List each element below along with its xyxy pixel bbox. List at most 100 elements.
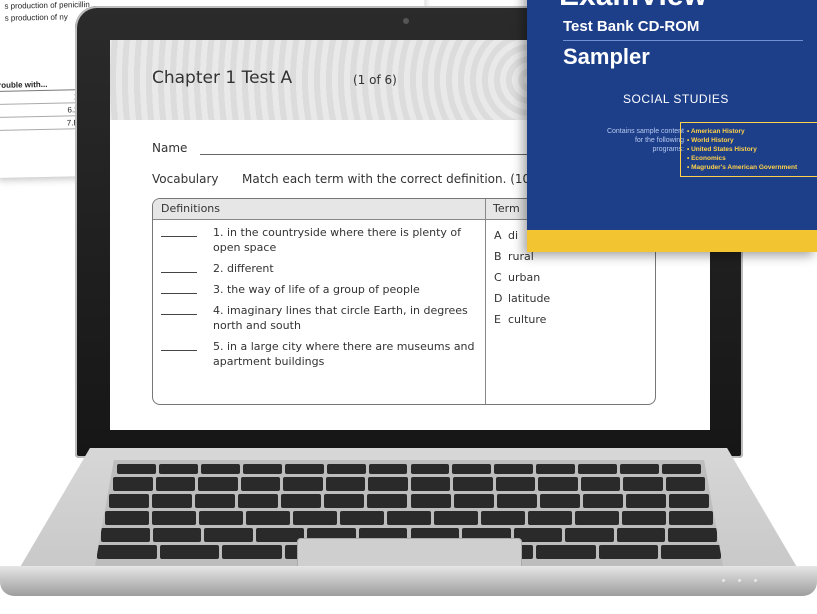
keyboard-key[interactable] bbox=[668, 528, 717, 542]
program-list: • American History • World History • Uni… bbox=[680, 122, 817, 177]
product-sampler-label: Sampler bbox=[563, 44, 650, 69]
keyboard-key[interactable] bbox=[539, 494, 580, 508]
keyboard-key[interactable] bbox=[283, 477, 323, 491]
keyboard-key[interactable] bbox=[578, 464, 618, 474]
keyboard-key[interactable] bbox=[623, 477, 663, 491]
keyboard-key[interactable] bbox=[661, 545, 721, 559]
keyboard-key[interactable] bbox=[199, 511, 243, 525]
background-text-line: s production of ny bbox=[4, 12, 68, 23]
keyboard-key[interactable] bbox=[242, 464, 282, 474]
page-count: (1 of 6) bbox=[353, 73, 397, 87]
keyboard-key[interactable] bbox=[158, 464, 198, 474]
keyboard-key[interactable] bbox=[665, 477, 705, 491]
keyboard-key[interactable] bbox=[152, 511, 196, 525]
program-item: • American History bbox=[687, 128, 745, 135]
keyboard-key[interactable] bbox=[575, 511, 619, 525]
keyboard-key[interactable] bbox=[452, 464, 492, 474]
keyboard-key[interactable] bbox=[453, 477, 493, 491]
keyboard-key[interactable] bbox=[200, 464, 240, 474]
term-letter: E bbox=[494, 313, 501, 326]
section-label: Vocabulary bbox=[152, 172, 219, 186]
keyboard-key[interactable] bbox=[496, 494, 537, 508]
keyboard-key[interactable] bbox=[453, 494, 494, 508]
keyboard-key[interactable] bbox=[410, 477, 450, 491]
answer-blank[interactable] bbox=[161, 350, 197, 351]
keyboard-key[interactable] bbox=[368, 464, 408, 474]
keyboard-key[interactable] bbox=[620, 464, 660, 474]
cover-divider bbox=[563, 40, 803, 41]
keyboard-key[interactable] bbox=[109, 494, 150, 508]
keyboard-key[interactable] bbox=[410, 464, 450, 474]
keyboard-key[interactable] bbox=[616, 528, 666, 542]
definition-text: 1. in the countryside where there is ple… bbox=[213, 226, 462, 254]
terms-header: Term bbox=[493, 202, 520, 215]
answer-blank[interactable] bbox=[161, 272, 197, 273]
keyboard-key[interactable] bbox=[204, 528, 253, 542]
answer-blank[interactable] bbox=[161, 314, 197, 315]
keyboard-key[interactable] bbox=[662, 464, 701, 474]
keyboard-key[interactable] bbox=[434, 511, 478, 525]
keyboard-key[interactable] bbox=[494, 464, 534, 474]
term-item: Eculture bbox=[494, 309, 550, 330]
keyboard-key[interactable] bbox=[222, 545, 283, 559]
keyboard-key[interactable] bbox=[240, 477, 280, 491]
keyboard-key[interactable] bbox=[481, 511, 525, 525]
keyboard-key[interactable] bbox=[598, 545, 659, 559]
definition-text: 5. in a large city where there are museu… bbox=[213, 340, 475, 368]
product-subject: SOCIAL STUDIES bbox=[623, 92, 729, 106]
keyboard-key[interactable] bbox=[101, 528, 150, 542]
section-instructions: Match each term with the correct definit… bbox=[242, 172, 542, 186]
keyboard-key[interactable] bbox=[324, 494, 365, 508]
product-subtitle: Test Bank CD-ROM bbox=[563, 18, 700, 35]
definition-item: 3. the way of life of a group of people bbox=[161, 282, 481, 297]
laptop-base bbox=[0, 448, 817, 614]
keyboard-key[interactable] bbox=[326, 464, 366, 474]
keyboard-key[interactable] bbox=[580, 477, 620, 491]
keyboard-key[interactable] bbox=[622, 511, 666, 525]
keyboard-key[interactable] bbox=[293, 511, 337, 525]
keyboard-key[interactable] bbox=[340, 511, 384, 525]
keyboard-key[interactable] bbox=[367, 494, 408, 508]
term-letter: D bbox=[494, 292, 503, 305]
webcam-icon bbox=[403, 18, 409, 24]
keyboard-key[interactable] bbox=[535, 545, 596, 559]
keyboard-key[interactable] bbox=[238, 494, 279, 508]
keyboard-key[interactable] bbox=[159, 545, 220, 559]
term-letter: C bbox=[494, 271, 502, 284]
keyboard-key[interactable] bbox=[495, 477, 535, 491]
program-item: • Economics bbox=[687, 155, 726, 162]
definition-item: 4. imaginary lines that circle Earth, in… bbox=[161, 303, 481, 333]
definition-text: 2. different bbox=[213, 262, 274, 275]
keyboard-key[interactable] bbox=[117, 464, 156, 474]
keyboard-key[interactable] bbox=[155, 477, 195, 491]
keyboard-key[interactable] bbox=[565, 528, 614, 542]
background-text-line: s production of penicillin bbox=[4, 0, 90, 11]
keyboard-key[interactable] bbox=[281, 494, 322, 508]
page-title: Chapter 1 Test A bbox=[152, 68, 293, 88]
keyboard-key[interactable] bbox=[528, 511, 572, 525]
keyboard-key[interactable] bbox=[669, 511, 713, 525]
program-item: • United States History bbox=[687, 146, 757, 153]
keyboard-key[interactable] bbox=[625, 494, 666, 508]
keyboard-key[interactable] bbox=[152, 528, 202, 542]
term-text: latitude bbox=[508, 292, 551, 305]
keyboard-key[interactable] bbox=[387, 511, 431, 525]
keyboard-key[interactable] bbox=[410, 494, 451, 508]
keyboard-key[interactable] bbox=[536, 464, 576, 474]
keyboard-key[interactable] bbox=[246, 511, 290, 525]
keyboard-key[interactable] bbox=[284, 464, 324, 474]
keyboard-key[interactable] bbox=[97, 545, 157, 559]
keyboard-key[interactable] bbox=[105, 511, 149, 525]
keyboard-key[interactable] bbox=[368, 477, 408, 491]
keyboard-key[interactable] bbox=[582, 494, 623, 508]
term-text: urban bbox=[508, 271, 541, 284]
keyboard-key[interactable] bbox=[668, 494, 709, 508]
keyboard-key[interactable] bbox=[113, 477, 153, 491]
keyboard-key[interactable] bbox=[325, 477, 365, 491]
keyboard-key[interactable] bbox=[195, 494, 236, 508]
keyboard-key[interactable] bbox=[538, 477, 578, 491]
keyboard-key[interactable] bbox=[152, 494, 193, 508]
keyboard-key[interactable] bbox=[198, 477, 238, 491]
answer-blank[interactable] bbox=[161, 293, 197, 294]
answer-blank[interactable] bbox=[161, 236, 197, 237]
